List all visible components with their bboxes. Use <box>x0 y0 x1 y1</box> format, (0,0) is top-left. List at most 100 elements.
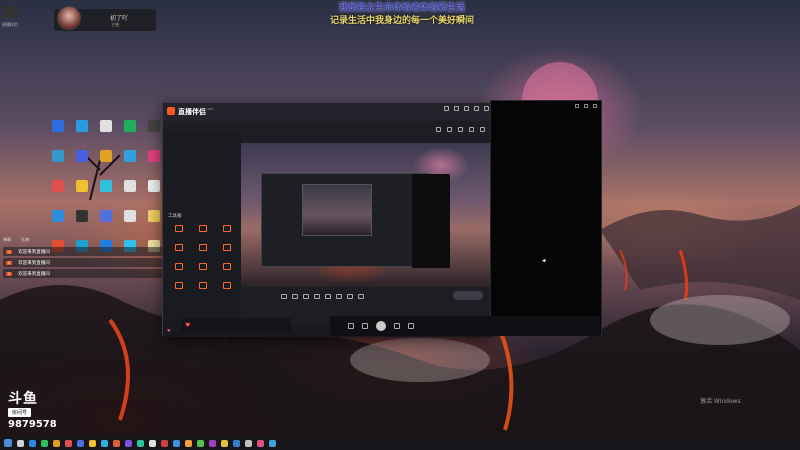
tool-item[interactable] <box>191 244 215 263</box>
taskbar-app-icon[interactable] <box>185 439 192 447</box>
tool-item[interactable] <box>167 225 191 244</box>
taskbar-app-icon[interactable] <box>221 439 228 447</box>
app-icon <box>52 150 64 162</box>
tool-item[interactable] <box>215 244 239 263</box>
taskbar-app-icon[interactable] <box>89 439 96 447</box>
close-icon[interactable] <box>593 104 597 108</box>
tool-item[interactable] <box>191 263 215 282</box>
taskbar-app-icon[interactable] <box>53 439 60 447</box>
desktop-icon[interactable] <box>118 118 142 148</box>
tool-item[interactable] <box>215 282 239 301</box>
window-buttons <box>444 106 489 111</box>
lock-icon[interactable] <box>436 127 441 132</box>
desktop-icon[interactable] <box>46 208 70 238</box>
bottom-action[interactable] <box>347 294 353 300</box>
desktop-icon[interactable] <box>46 178 70 208</box>
taskbar-app-icon[interactable] <box>245 439 252 447</box>
source-row[interactable] <box>163 151 241 160</box>
tool-item[interactable] <box>215 263 239 282</box>
source-row[interactable] <box>163 169 241 178</box>
taskbar-app-icon[interactable] <box>269 439 276 447</box>
next-icon[interactable] <box>394 323 400 329</box>
taskbar-app-icon[interactable] <box>197 439 204 447</box>
taskbar-app-icon[interactable] <box>125 439 132 447</box>
desktop-icon[interactable] <box>46 148 70 178</box>
menu-icon[interactable] <box>464 106 469 111</box>
shuffle-icon[interactable] <box>348 323 354 329</box>
source-row[interactable] <box>163 160 241 169</box>
scene-tabs <box>163 121 241 133</box>
desktop-icon[interactable] <box>94 118 118 148</box>
bell-icon[interactable] <box>469 127 474 132</box>
taskbar-app-icon[interactable] <box>77 439 84 447</box>
bottom-action[interactable] <box>325 294 331 300</box>
tool-item[interactable] <box>167 282 191 301</box>
source-panel: 工具箱 <box>163 133 241 323</box>
desktop-icon[interactable] <box>70 118 94 148</box>
previous-icon[interactable] <box>362 323 368 329</box>
desktop-icon[interactable] <box>70 208 94 238</box>
taskbar-app-icon[interactable] <box>137 439 144 447</box>
desktop-icon[interactable] <box>46 118 70 148</box>
app-logo-icon[interactable] <box>4 6 18 18</box>
desktop-icon[interactable] <box>70 148 94 178</box>
desktop-icon[interactable] <box>118 208 142 238</box>
bottom-action[interactable] <box>281 294 287 300</box>
play-button[interactable] <box>376 321 386 331</box>
bottom-action[interactable] <box>292 294 298 300</box>
taskbar-app-icon[interactable] <box>29 439 36 447</box>
desktop-icon[interactable] <box>94 208 118 238</box>
minimize-icon[interactable] <box>474 106 479 111</box>
taskbar-app-icon[interactable] <box>17 439 24 447</box>
minimize-icon[interactable] <box>575 104 579 108</box>
bottom-action[interactable] <box>303 294 309 300</box>
heart-icon: ♥ <box>185 321 191 329</box>
stream-preview[interactable] <box>241 143 491 287</box>
app-icon <box>100 150 112 162</box>
taskbar-app-icon[interactable] <box>161 439 168 447</box>
tool-item[interactable] <box>191 282 215 301</box>
maximize-icon[interactable] <box>584 104 588 108</box>
gift-icon[interactable] <box>447 127 452 132</box>
taskbar-app-icon[interactable] <box>41 439 48 447</box>
desktop-icon[interactable] <box>94 178 118 208</box>
desktop-icon[interactable] <box>118 148 142 178</box>
start-live-button[interactable] <box>453 291 483 300</box>
bottom-action[interactable] <box>314 294 320 300</box>
user-card[interactable]: 初了吖 主播 <box>54 6 156 31</box>
windows-start-icon[interactable] <box>4 439 12 447</box>
tool-item[interactable] <box>191 225 215 244</box>
player-window[interactable] <box>490 100 602 336</box>
avatar <box>57 6 81 30</box>
taskbar-app-icon[interactable] <box>209 439 216 447</box>
header-tool-icons <box>436 127 485 132</box>
skin-icon[interactable] <box>454 106 459 111</box>
taskbar-app-icon[interactable] <box>257 439 264 447</box>
taskbar-app-icon[interactable] <box>101 439 108 447</box>
desktop-icon[interactable] <box>70 178 94 208</box>
desktop-icon[interactable] <box>94 148 118 178</box>
repeat-icon[interactable] <box>408 323 414 329</box>
share-icon[interactable] <box>480 127 485 132</box>
desktop-icon[interactable] <box>118 178 142 208</box>
tool-item[interactable] <box>167 263 191 282</box>
settings-icon[interactable] <box>444 106 449 111</box>
taskbar-app-icon[interactable] <box>233 439 240 447</box>
source-row[interactable] <box>163 133 241 142</box>
bottom-action[interactable] <box>336 294 342 300</box>
user-icon[interactable] <box>458 127 463 132</box>
taskbar-app-icon[interactable] <box>149 439 156 447</box>
taskbar-app-icon[interactable] <box>113 439 120 447</box>
bottom-chip[interactable]: ♥ <box>181 318 291 332</box>
app-version-badge[interactable] <box>207 108 213 110</box>
tool-item[interactable] <box>215 225 239 244</box>
taskbar-app-icon[interactable] <box>65 439 72 447</box>
app-icon <box>124 180 136 192</box>
app-icon <box>76 120 88 132</box>
bottom-action[interactable] <box>358 294 364 300</box>
source-row[interactable] <box>163 142 241 151</box>
app-titlebar[interactable]: 直播伴侣 <box>163 103 493 121</box>
tool-item[interactable] <box>167 244 191 263</box>
close-icon[interactable] <box>484 106 489 111</box>
taskbar-app-icon[interactable] <box>173 439 180 447</box>
